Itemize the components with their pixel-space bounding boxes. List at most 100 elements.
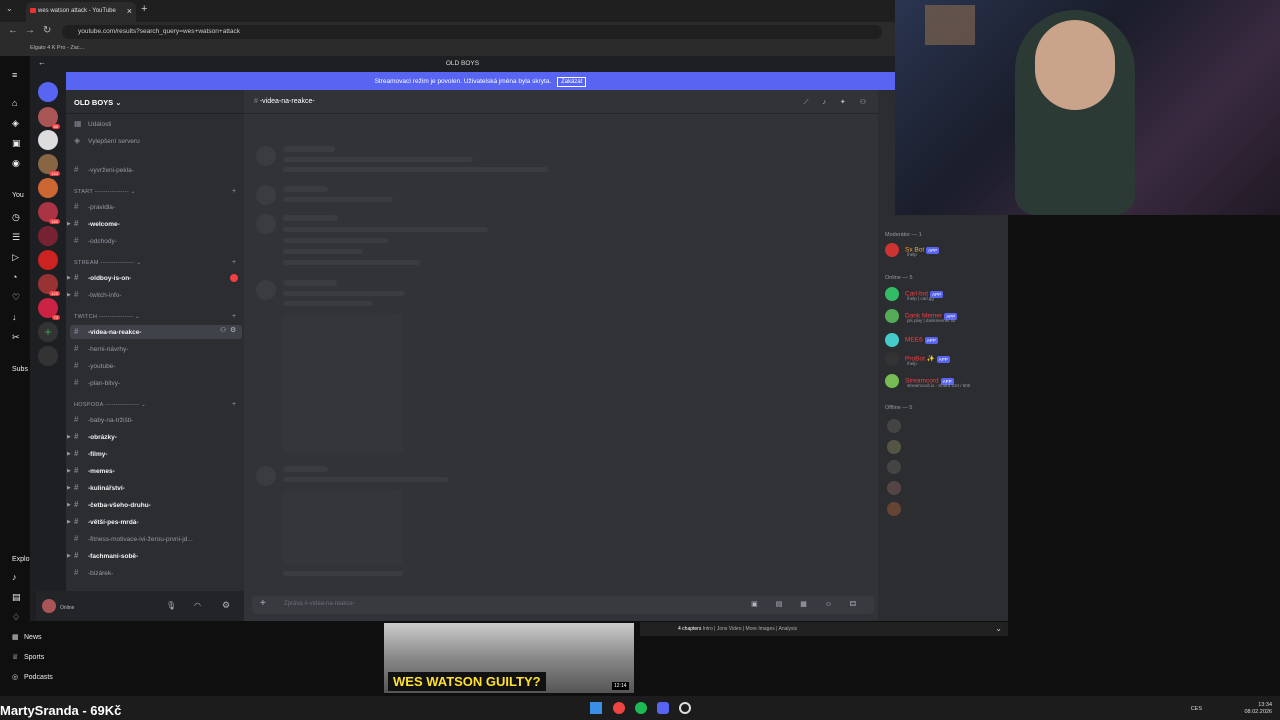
offline-member-avatar[interactable] [887,440,901,454]
url-input[interactable]: youtube.com/results?search_query=wes+wat… [62,25,882,39]
clips-icon[interactable]: ✂ [12,332,20,343]
tab-list-dropdown-icon[interactable]: ⌄ [6,4,13,13]
category-hospoda[interactable]: HOSPODA ---------------- ⌄ [74,402,146,408]
add-attachment-icon[interactable]: + [260,598,266,609]
channel-plan-bitvy[interactable]: # -plan-bitvy- [74,378,120,387]
server-icon[interactable] [38,178,58,198]
chat-header-tools[interactable]: ⟋ ♪ ✦ ⚇ [804,98,872,107]
gaming-icon[interactable]: ♢ [12,612,20,623]
channel-memes[interactable]: # -memes- [74,466,115,475]
channel-twitch-info[interactable]: # -twitch-info- [74,290,122,299]
category-twitch[interactable]: TWITCH ---------------- ⌄ [74,314,140,320]
microphone-icon[interactable]: 🎙 [166,601,176,610]
channel-youtube[interactable]: # -youtube- [74,361,115,370]
member-item[interactable]: Dank Memer APP pls play | dankmemer.lol [885,309,958,323]
gear-icon[interactable]: ⚙ [230,326,236,334]
app-icon[interactable] [679,702,691,714]
server-icon[interactable]: 129 [38,274,60,296]
channel-pravidla[interactable]: # -pravidla- [74,202,115,211]
nav-sports[interactable]: ♕ Sports [12,653,44,661]
offline-member-avatar[interactable] [887,419,901,433]
new-tab-button[interactable]: + [141,3,147,15]
channel-welcome[interactable]: # -welcome- [74,219,120,228]
nav-news[interactable]: ▦ News [12,633,42,641]
reload-icon[interactable]: ↻ [43,25,51,36]
server-header[interactable]: OLD BOYS ⌄ ⚇ [66,90,274,114]
shopping-icon[interactable]: ▤ [12,592,21,603]
channel-herni-navrhy[interactable]: # -herni-návrhy- [74,344,128,353]
offline-member-avatar[interactable] [887,460,901,474]
bookmark-item[interactable]: Elgato 4 K Pro - Zac... [30,45,84,51]
category-start[interactable]: START ---------------- ⌄ [74,189,136,195]
clock-time[interactable]: 13:34 [1244,702,1272,709]
menu-icon[interactable]: ≡ [12,70,17,80]
liked-icon[interactable]: ♡ [12,292,20,303]
back-icon[interactable]: ← [8,25,18,36]
server-icon[interactable] [38,130,58,150]
downloads-icon[interactable]: ↓ [12,312,17,322]
channel-bizarek[interactable]: # -bizárek- [74,568,113,577]
watch-later-icon[interactable]: ◔ [12,272,17,282]
channel-videa-na-reakce[interactable]: # -videa-na-reakce- [74,327,141,336]
add-channel-icon[interactable]: + [232,188,236,195]
invite-icon[interactable]: ⚇ [220,326,226,334]
server-icon[interactable] [38,226,58,246]
settings-icon[interactable]: ⚙ [222,600,230,611]
your-videos-icon[interactable]: ▷ [12,252,19,263]
channel-baby[interactable]: # -baby-na-tržišti- [74,415,133,424]
shorts-icon[interactable]: ◈ [12,118,19,129]
headphones-icon[interactable]: ◠ [194,601,201,610]
server-icon[interactable]: 60 [38,107,60,129]
discord-icon[interactable] [657,702,669,714]
server-icon[interactable]: 194 [38,154,60,176]
browser-tab[interactable]: wes watson attack - YouTube × [26,2,136,22]
member-item[interactable]: Streamcord APP streamcord.io - Shard 234 /… [885,374,970,388]
category-stream[interactable]: STREAM ---------------- ⌄ [74,260,141,266]
member-item[interactable]: ProBot ✨ APP/help [885,352,950,366]
home-icon[interactable]: ⌂ [12,98,17,108]
server-icon[interactable]: 189 [38,202,60,224]
forward-icon[interactable]: → [25,25,35,36]
events-item[interactable]: ▦ Události [74,119,111,128]
channel-fachmani[interactable]: # -fachmani-sobě- [74,551,138,560]
history-icon[interactable]: ◷ [12,212,20,223]
member-item[interactable]: Sx Bot APP/help [885,243,940,257]
subscriptions-icon[interactable]: ▣ [12,138,21,149]
disable-button[interactable]: Zakázat [557,77,587,87]
start-icon[interactable] [590,702,602,714]
channel-filmy[interactable]: # -filmy- [74,449,108,458]
add-channel-icon[interactable]: + [232,259,236,266]
channel-odchody[interactable]: # -odchody- [74,236,117,245]
chapters-bar[interactable]: 4 chapters Intro | Jons Video | More Ima… [640,622,1008,636]
offline-member-avatar[interactable] [887,502,901,516]
member-item[interactable]: Carl-bot APP/help | carl.gg [885,287,944,301]
close-tab-icon[interactable]: × [127,6,132,16]
avatar[interactable] [42,599,56,613]
channel-obrazky[interactable]: # -obrázky- [74,432,117,441]
channel-fitness[interactable]: # -fitness-motivace-ivi-žerou-prvni-jd... [74,534,193,543]
back-arrow-icon[interactable]: ← [38,58,46,67]
discover-icon[interactable] [38,346,58,366]
add-channel-icon[interactable]: + [232,401,236,408]
chrome-icon[interactable] [613,702,625,714]
music-icon[interactable]: ◉ [12,158,20,169]
nav-podcasts[interactable]: ◎ Podcasts [12,673,53,681]
add-channel-icon[interactable]: + [232,313,236,320]
server-icon[interactable]: 73 [38,298,60,320]
server-icon[interactable] [38,250,58,270]
language-indicator[interactable]: CES [1172,706,1202,713]
discord-home-icon[interactable] [38,82,58,102]
offline-member-avatar[interactable] [887,481,901,495]
channel-oldboy-is-on[interactable]: # -oldboy-is-on- [74,273,131,282]
boost-item[interactable]: ◈ Vylepšení serveru [74,136,140,145]
channel-cetba[interactable]: # -četba-všeho-druhu- [74,500,151,509]
playlists-icon[interactable]: ☰ [12,232,20,243]
channel-vyvrzeni[interactable]: # -vyvrženi-pekla- [74,165,134,174]
message-input[interactable]: + Zpráva #-videa-na-reakce- ▣ ▤ ▦ ☺ ⚃ [252,596,874,614]
spotify-icon[interactable] [635,702,647,714]
chevron-down-icon[interactable]: ⌄ [995,624,1002,633]
trending-icon[interactable]: ♪ [12,572,17,582]
clock-date[interactable]: 08.02.2026 [1244,709,1272,716]
add-server-icon[interactable]: + [38,322,58,342]
channel-kulinarstvi[interactable]: # -kulinářství- [74,483,125,492]
